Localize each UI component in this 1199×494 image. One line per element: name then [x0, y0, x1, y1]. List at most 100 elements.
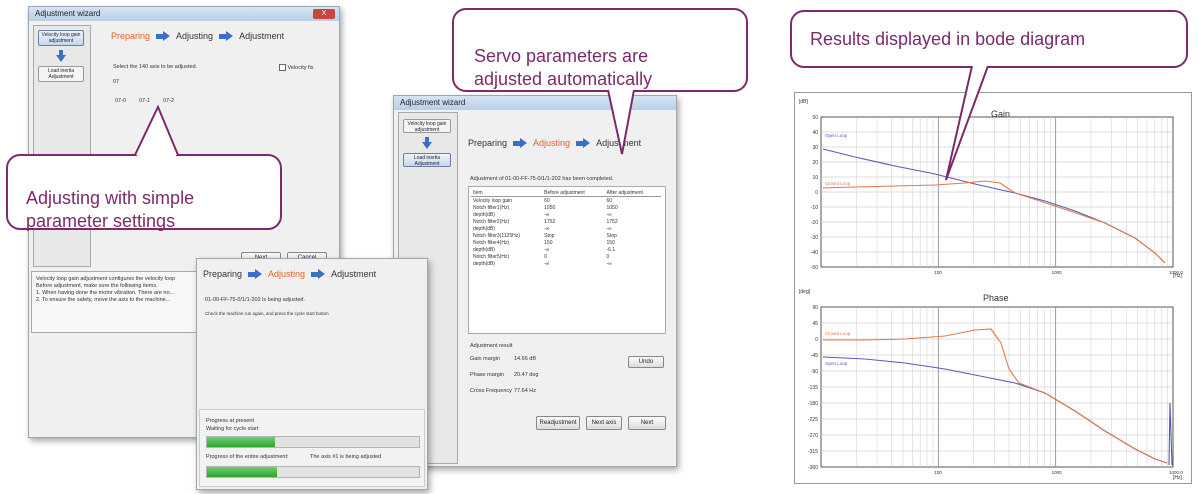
table-cell-after: 1050: [606, 204, 618, 211]
callout-pointer-bode: [945, 64, 989, 181]
open-loop-legend: Open Loop: [825, 361, 848, 366]
window-title: Adjustment wizard: [400, 98, 466, 107]
adjusting-status: 01-00-FF-75-0/1/1-202 is being adjusted.: [205, 297, 305, 303]
axis-option-c[interactable]: 07-2: [163, 98, 174, 104]
arrow-down-icon-head: [56, 55, 66, 62]
adjustment-wizard-window-2: Preparing Adjusting Adjustment 01-00-FF-75…: [196, 258, 428, 490]
velocity-fix-checkbox[interactable]: Velocity fix: [279, 64, 314, 71]
arrow-down-icon-head: [422, 142, 432, 149]
phase-margin-label: Phase margin: [470, 372, 504, 378]
window-title: Adjustment wizard: [35, 9, 101, 18]
table-cell-item: depth(dB): [473, 225, 495, 232]
gain-tick-label: -40: [811, 250, 818, 256]
gain-margin-value: 14.66 dB: [514, 356, 537, 362]
table-cell-after: 60: [606, 197, 613, 204]
table-cell-after: 0: [606, 253, 610, 260]
table-row: depth(dB) -∞ -∞: [471, 225, 661, 232]
progress-fill-entire: [207, 467, 277, 477]
phase-tick-label: -90: [811, 369, 818, 375]
table-cell-before: 0: [544, 253, 547, 260]
callout-bode-text: Results displayed in bode diagram: [810, 29, 1086, 49]
table-cell-after: Stop: [606, 232, 617, 239]
step-preparing: Preparing: [111, 31, 151, 41]
table-cell-item: Notch filter1(Hz): [473, 204, 510, 211]
table-row: depth(dB) -∞ -∞: [471, 211, 661, 218]
callout-bode: Results displayed in bode diagram: [790, 10, 1188, 68]
step-preparing: Preparing: [468, 138, 508, 148]
step-preparing: Preparing: [203, 269, 243, 279]
next-button[interactable]: Next: [628, 416, 666, 430]
parameter-table: Item Before adjustment After adjustment …: [471, 189, 661, 267]
axis-option-a[interactable]: 07-0: [115, 98, 126, 104]
table-cell-after: -∞: [606, 225, 612, 232]
undo-button[interactable]: Undo: [628, 356, 664, 368]
gain-tick-label: 40: [812, 130, 818, 136]
progress-bar-current: [206, 436, 420, 448]
table-cell-item: Notch filter2(Hz): [473, 218, 510, 225]
phase-tick-label: -360: [808, 465, 818, 471]
step-velocity-button[interactable]: Velocity loop gain adjustment: [403, 119, 451, 133]
next-axis-button[interactable]: Next axis: [586, 416, 622, 430]
description-line-1: Velocity loop gain adjustment configures…: [36, 276, 176, 282]
table-cell-after: -∞: [606, 260, 612, 267]
phase-tick-label: -315: [808, 449, 818, 455]
cycle-start-hint: Check the machine run again, and press t…: [205, 311, 329, 316]
right-arrow-icon: [576, 138, 591, 149]
gain-margin-label: Gain margin: [470, 356, 500, 362]
col-before: Before adjustment: [542, 189, 605, 197]
parameter-table-panel: Item Before adjustment After adjustment …: [468, 186, 666, 334]
gain-tick-label: 50: [812, 115, 818, 121]
callout-servo: Servo parameters are adjusted automatica…: [452, 8, 748, 92]
result-label: Adjustment result: [470, 343, 513, 349]
gain-tick-label: -20: [811, 220, 818, 226]
step-adjustment: Adjustment: [331, 269, 377, 279]
cross-frequency-value: 77.64 Hz: [514, 388, 537, 394]
table-cell-before: -∞: [544, 211, 550, 218]
col-item: Item: [471, 189, 543, 197]
phase-tick-label: 90: [812, 305, 818, 311]
closed-loop-legend: Closed Loop: [825, 181, 851, 186]
callout-adjusting-text: Adjusting with simple parameter settings: [26, 188, 195, 231]
phase-x-tick-label: 1000: [1052, 470, 1063, 475]
table-row: Velocity loop gain 60 60: [471, 197, 661, 205]
table-cell-after: 150: [606, 239, 615, 246]
table-cell-item: depth(dB): [473, 246, 495, 253]
readjustment-button[interactable]: Readjustment: [536, 416, 580, 430]
table-row: depth(dB) -∞ -6.1: [471, 246, 661, 253]
step-adjusting: Adjusting: [533, 138, 571, 148]
checkbox-icon[interactable]: [279, 64, 286, 71]
table-cell-before: 150: [544, 239, 553, 246]
table-cell-before: 60: [544, 197, 550, 204]
step-load-button[interactable]: Load inertia Adjustment: [403, 153, 451, 167]
table-cell-after: -∞: [606, 211, 612, 218]
close-button[interactable]: X: [313, 9, 335, 19]
axis-option-b[interactable]: 07-1: [139, 98, 150, 104]
step-load-button[interactable]: Load inertia Adjustment: [38, 66, 84, 82]
callout-pointer-adjusting: [134, 105, 179, 157]
gain-x-tick-label: 1000.0: [1169, 270, 1183, 275]
progress-label: Progress at present: [206, 418, 254, 424]
gain-tick-label: -30: [811, 235, 818, 241]
phase-tick-label: -180: [808, 401, 818, 407]
table-cell-before: -∞: [544, 225, 550, 232]
right-arrow-icon: [156, 31, 171, 42]
callout-adjusting: Adjusting with simple parameter settings: [6, 154, 282, 231]
checkbox-label: Velocity fix: [287, 64, 314, 71]
axis-value: 07: [113, 79, 120, 85]
phase-x-tick-label: 1000.0: [1169, 470, 1183, 475]
table-cell-before: 1050: [544, 204, 556, 211]
gain-tick-label: 30: [812, 145, 818, 151]
gain-tick-label: -50: [811, 265, 818, 271]
gain-x-tick-label: 100: [934, 270, 942, 275]
col-after: After adjustment: [604, 189, 661, 197]
table-row: Notch filter2(Hz) 1752 1752: [471, 218, 661, 225]
closed-loop-legend: Closed Loop: [825, 331, 851, 336]
table-row: Notch filter4(Hz) 150 150: [471, 239, 661, 246]
gain-tick-label: 0: [815, 190, 818, 196]
table-cell-after: 1752: [606, 218, 618, 225]
table-row: Notch filter1(Hz) 1050 1050: [471, 204, 661, 211]
table-cell-item: Notch filter5(Hz): [473, 253, 510, 260]
step-adjusting: Adjusting: [268, 269, 306, 279]
step-velocity-button[interactable]: Velocity loop gain adjustment: [38, 30, 84, 46]
table-cell-item: Velocity loop gain: [473, 197, 512, 204]
